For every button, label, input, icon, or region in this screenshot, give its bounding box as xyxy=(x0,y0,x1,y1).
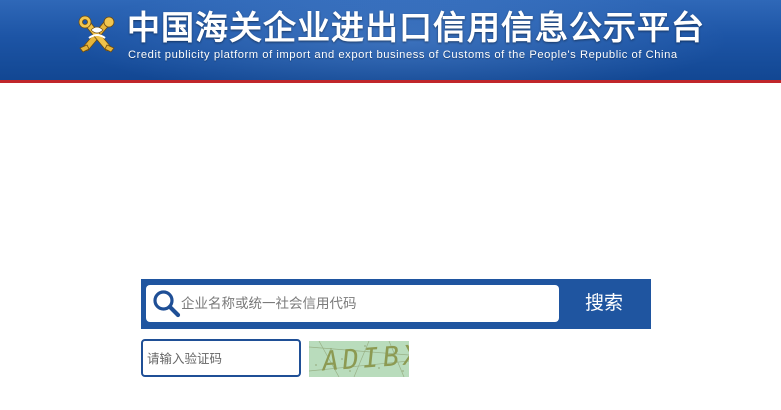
customs-emblem-icon xyxy=(78,15,115,53)
captcha-input[interactable] xyxy=(141,339,301,377)
site-subtitle: Credit publicity platform of import and … xyxy=(128,49,678,61)
header-red-divider xyxy=(0,80,781,83)
search-button[interactable]: 搜索 xyxy=(569,285,639,322)
captcha-image[interactable]: ADIBX xyxy=(309,341,409,377)
search-field xyxy=(146,285,559,322)
site-title: 中国海关企业进出口信用信息公示平台 xyxy=(127,8,705,47)
captcha-text: ADIBX xyxy=(320,341,409,377)
search-bar: 搜索 xyxy=(141,279,651,329)
search-input[interactable] xyxy=(181,285,551,322)
search-icon xyxy=(153,290,181,318)
site-header: 中国海关企业进出口信用信息公示平台 Credit publicity platf… xyxy=(0,0,781,80)
